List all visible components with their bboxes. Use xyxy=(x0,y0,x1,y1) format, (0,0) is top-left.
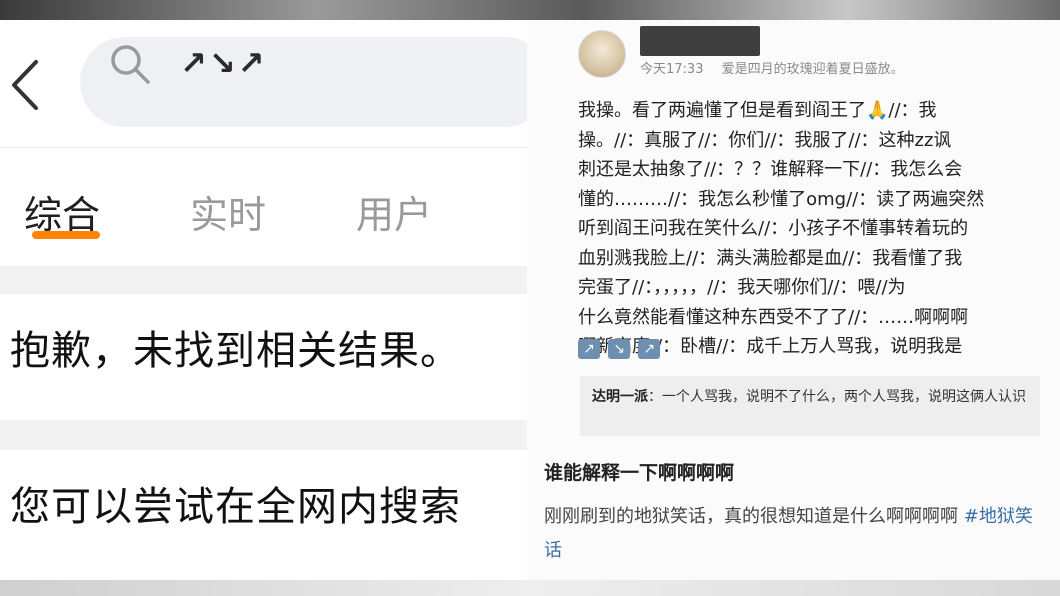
post-line: 完蛋了//：，，，，，//：我天哪你们//：喂//为 xyxy=(578,277,906,298)
section-gap xyxy=(0,266,527,294)
active-tab-indicator xyxy=(32,231,100,239)
repost-chain-text: 我操。看了两遍懂了但是看到阎王了🙏//：我 操。//：真服了//：你们//：我服… xyxy=(578,96,1048,362)
back-button[interactable] xyxy=(10,58,40,112)
post-line: 我操。看了两遍懂了但是看到阎王了🙏//：我 xyxy=(578,100,937,121)
arrow-up-right-icon: ↗ xyxy=(638,339,661,359)
tab-realtime[interactable]: 实时 xyxy=(190,184,266,239)
redacted-username xyxy=(640,26,760,56)
post-line: 听到阎王问我在笑什么//：小孩子不懂事转着玩的 xyxy=(578,218,969,239)
quote-author[interactable]: 达明一派 xyxy=(592,389,648,405)
avatar[interactable] xyxy=(578,30,626,78)
tab-users[interactable]: 用户 xyxy=(356,184,432,239)
user-status: 爱是四月的玫瑰迎着夏日盛放。 xyxy=(721,62,904,77)
search-header xyxy=(0,20,527,147)
bottom-edge-bar xyxy=(0,580,1060,596)
post-meta: 今天17:33 爱是四月的玫瑰迎着夏日盛放。 xyxy=(640,58,918,77)
quote-body: ：一个人骂我，说明不了什么，两个人骂我，说明这俩人认识 xyxy=(648,389,1026,405)
arrow-emoji-row: ↗ ↘ ↗ xyxy=(578,338,663,360)
post-time: 今天17:33 xyxy=(640,62,704,77)
arrow-up-right-icon: ↗ xyxy=(578,339,600,359)
search-suggestion[interactable]: 您可以尝试在全网内搜索 xyxy=(10,474,461,532)
search-query-text[interactable]: ↗↘↗ xyxy=(180,44,266,82)
post-line: 懂的………//：我怎么秒懂了omg//：读了两遍突然 xyxy=(578,188,985,210)
post-body: 刚刚刷到的地狱笑话，真的很想知道是什么啊啊啊啊 #地狱笑话 xyxy=(544,500,1044,568)
post-line: 刺还是太抽象了//：？？谁解释一下//：我怎么会 xyxy=(578,159,963,180)
search-icon xyxy=(111,45,150,84)
search-tabs: 综合 实时 用户 xyxy=(0,148,527,266)
post-line: 操。//：真服了//：你们//：我服了//：这种zz讽 xyxy=(578,129,952,151)
post-line: 什么竟然能看懂这种东西受不了了//：……啊啊啊 xyxy=(578,306,969,328)
chevron-left-icon xyxy=(12,60,38,110)
post-title[interactable]: 谁能解释一下啊啊啊啊 xyxy=(544,458,734,485)
arrow-down-right-icon: ↘ xyxy=(608,339,631,359)
post-body-text: 刚刚刷到的地狱笑话，真的很想知道是什么啊啊啊啊 xyxy=(544,506,958,527)
top-edge-bar xyxy=(0,0,1060,20)
section-gap xyxy=(0,420,527,450)
post-line: 血别溅我脸上//：满头满脸都是血//：我看懂了我 xyxy=(578,247,963,269)
no-result-message: 抱歉，未找到相关结果。 xyxy=(10,328,461,374)
quote-text: 达明一派：一个人骂我，说明不了什么，两个人骂我，说明这俩人认识 xyxy=(592,386,1032,408)
